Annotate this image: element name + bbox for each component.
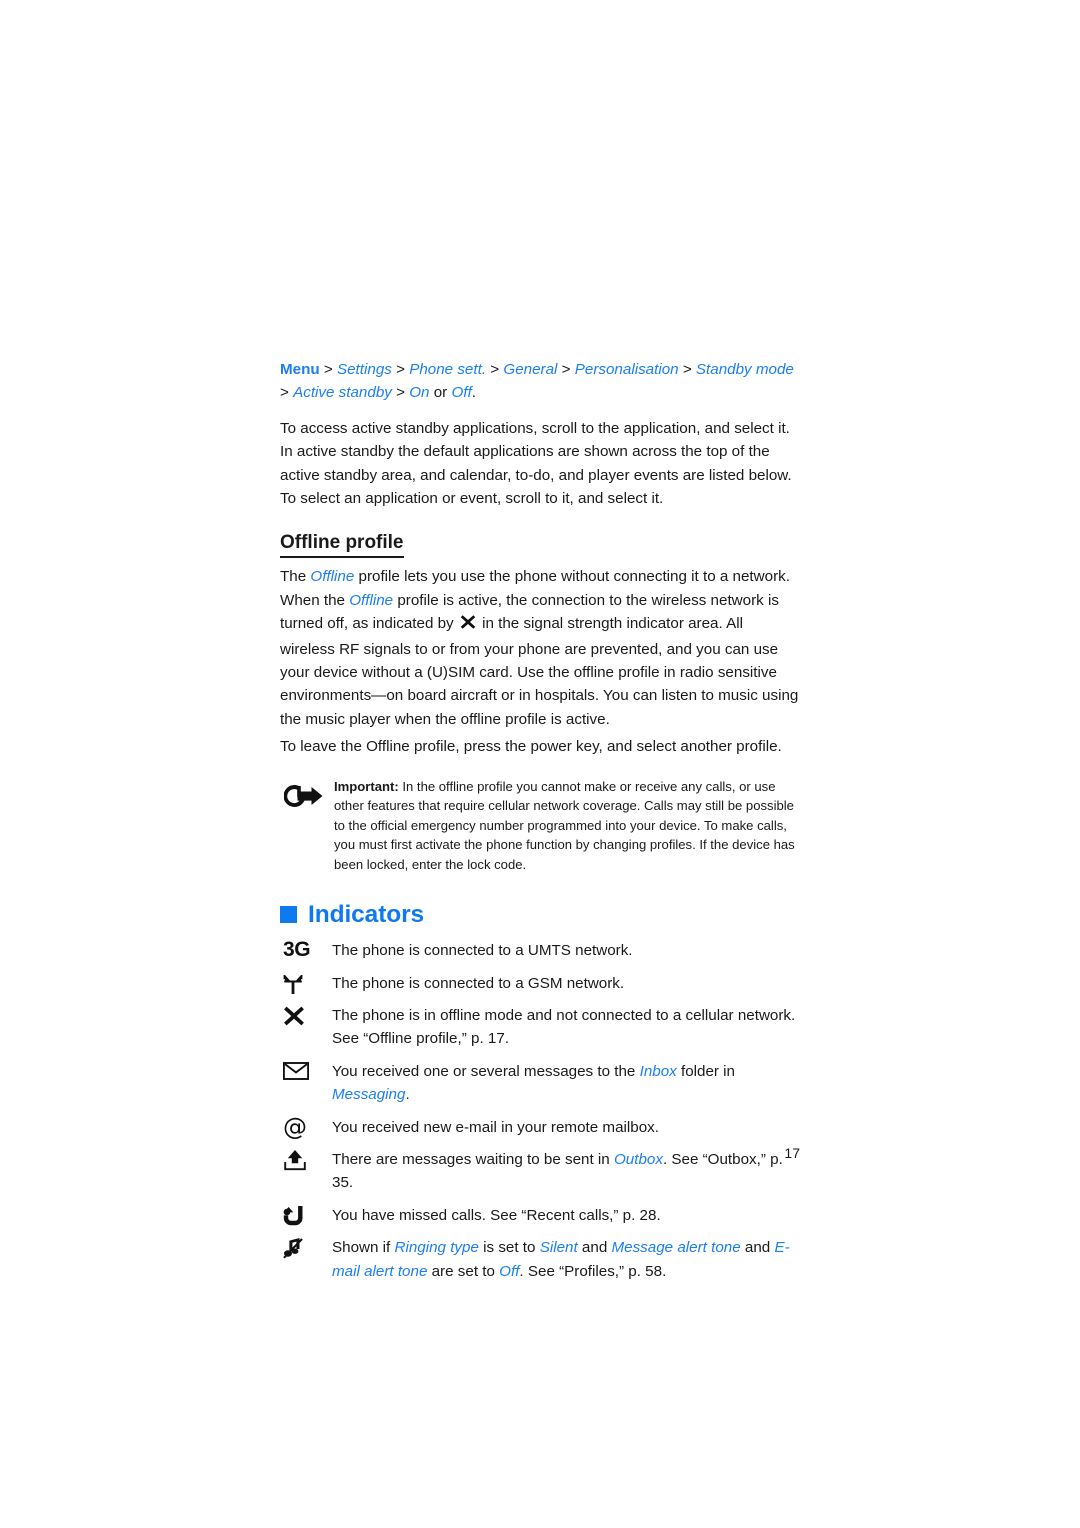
page-number: 17 [784,1145,800,1161]
silent-term-silent: Silent [539,1239,578,1257]
silent-text-a: Shown if [332,1239,395,1257]
menu-path-item-phone-sett: Phone sett. [409,361,487,378]
document-page: Menu > Settings > Phone sett. > General … [0,0,1080,1528]
menu-path-separator: > [490,361,504,378]
menu-path-separator: > [396,361,410,378]
menu-path-item-general: General [503,361,558,378]
offline-term-1: Offline [310,568,355,586]
envelope-message-icon [280,1060,332,1082]
important-arrow-icon [280,777,334,817]
indicator-row-email: @ You received new e-mail in your remote… [280,1112,800,1141]
indicator-row-umts: 3G The phone is connected to a UMTS netw… [280,939,800,962]
menu-path-separator: > [682,361,696,378]
menu-path-or: or [433,384,452,402]
offline-profile-heading-wrap: Offline profile [280,514,800,565]
message-text-a: You received one or several messages to … [332,1062,640,1080]
silent-text-f: . See “Profiles,” p. 58. [519,1262,667,1280]
at-email-glyph: @ [283,1112,307,1141]
menu-path-separator: > [396,384,410,402]
important-label: Important: [334,778,399,794]
indicator-text-email: You received new e-mail in your remote m… [332,1118,659,1136]
message-text-b: folder in [676,1062,736,1080]
intro-paragraph: To access active standby applications, s… [280,419,792,508]
at-email-icon: @ [280,1112,332,1141]
gsm-antenna-icon [280,972,332,995]
silent-term-message-alert-tone: Message alert tone [611,1239,741,1257]
menu-path-period: . [471,384,476,402]
section-bullet-square-icon [280,906,297,924]
indicator-text-gsm: The phone is connected to a GSM network. [332,974,625,992]
message-text-c: . [405,1086,410,1104]
indicator-row-gsm: The phone is connected to a GSM network. [280,972,800,995]
indicator-text-silent: Shown if Ringing type is set to Silent a… [332,1236,800,1283]
silent-text-c: and [577,1239,612,1257]
silent-term-off: Off [499,1262,520,1280]
menu-path-item-standby-mode: Standby mode [695,361,794,378]
silent-text-d: and [740,1239,775,1257]
menu-path-item-personalisation: Personalisation [574,361,679,378]
important-note-body: Important: In the offline profile you ca… [334,777,800,875]
offline-term-2: Offline [349,591,394,609]
indicators-title: Indicators [308,900,425,928]
umts-3g-icon: 3G [280,939,332,961]
silent-term-ringing-type: Ringing type [394,1239,479,1257]
offline-x-icon [280,1004,332,1027]
silent-text-e: are set to [427,1262,500,1280]
indicator-text-missed-call: You have missed calls. See “Recent calls… [332,1206,661,1224]
offline-leave-paragraph: To leave the Offline profile, press the … [280,738,782,756]
offline-x-icon [460,614,476,637]
missed-call-icon [280,1204,332,1227]
offline-text-a: The [280,568,311,586]
menu-path-item-on: On [409,384,430,402]
menu-path-item-active-standby: Active standby [293,384,392,402]
message-term-inbox: Inbox [639,1062,677,1080]
silent-mute-note-icon [280,1236,332,1259]
indicator-text-offline: The phone is in offline mode and not con… [332,1006,796,1048]
indicator-row-silent: Shown if Ringing type is set to Silent a… [280,1236,800,1283]
indicator-text-message: You received one or several messages to … [332,1060,800,1107]
important-note: Important: In the offline profile you ca… [280,777,800,875]
umts-3g-glyph: 3G [283,938,311,962]
menu-path-root: Menu [280,361,320,378]
menu-path-separator: > [561,361,575,378]
indicators-section-heading: Indicators [280,900,800,928]
indicator-row-offline: The phone is in offline mode and not con… [280,1004,800,1051]
indicator-row-missed-call: You have missed calls. See “Recent calls… [280,1204,800,1227]
menu-path-separator: > [323,361,337,378]
offline-profile-paragraph: The Offline profile lets you use the pho… [280,565,800,731]
indicator-text-umts: The phone is connected to a UMTS network… [332,942,633,960]
offline-profile-heading: Offline profile [280,531,404,559]
menu-path-separator: > [280,384,294,402]
important-text: In the offline profile you cannot make o… [334,778,795,873]
menu-path-item-off: Off [451,384,472,402]
menu-path-item-settings: Settings [336,361,392,378]
silent-text-b: is set to [478,1239,540,1257]
indicator-row-message: You received one or several messages to … [280,1060,800,1107]
menu-path-breadcrumb: Menu > Settings > Phone sett. > General … [280,358,800,405]
message-term-messaging: Messaging [332,1086,406,1104]
